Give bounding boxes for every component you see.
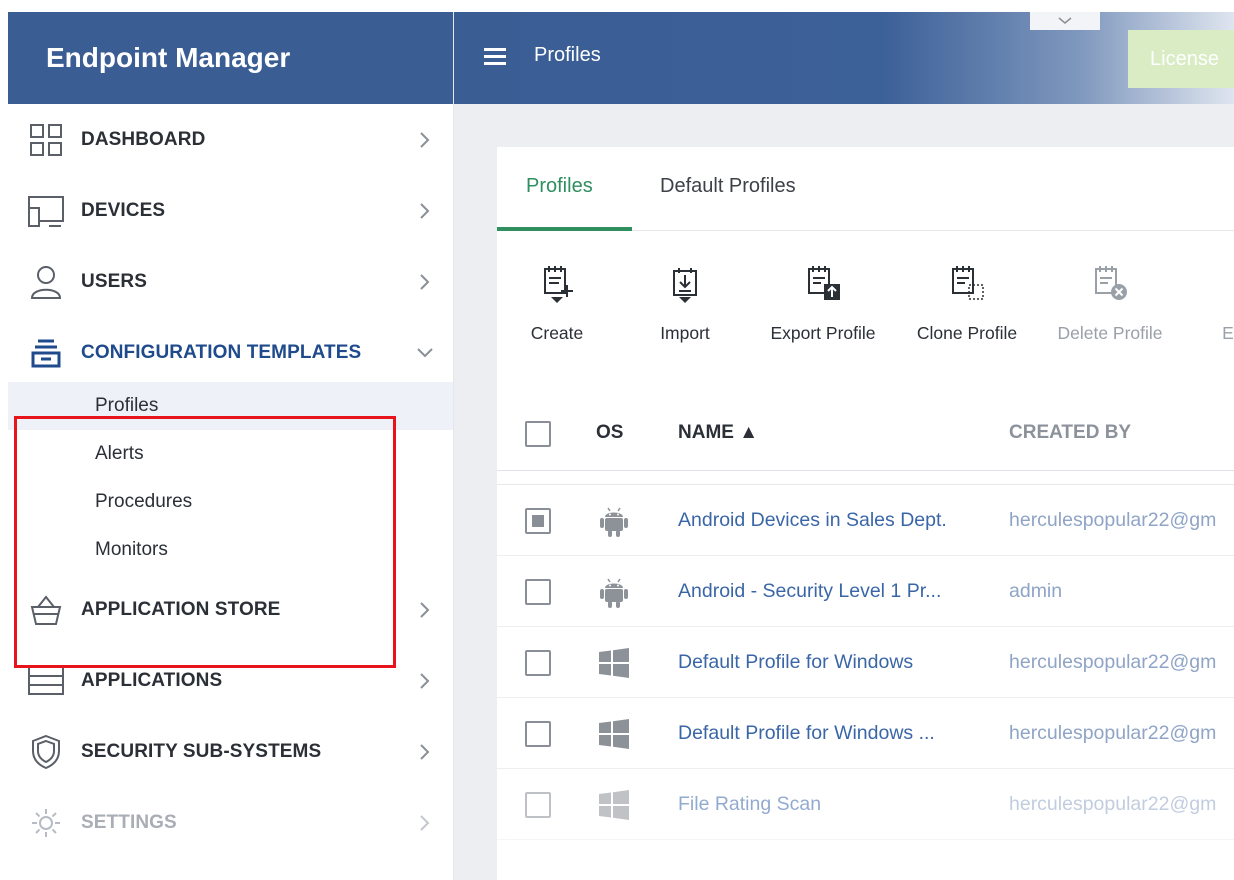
created-by-value: herculespopular22@gm	[1009, 793, 1217, 815]
delete-profile-button[interactable]: Delete Profile	[1047, 231, 1173, 387]
row-checkbox[interactable]	[525, 721, 551, 747]
chevron-right-icon	[413, 199, 437, 223]
tab-bar: Profiles Default Profiles	[497, 147, 1234, 231]
sidebar-item-label: CONFIGURATION TEMPLATES	[81, 341, 362, 363]
dashboard-icon	[26, 120, 66, 160]
sidebar-item-label: APPLICATIONS	[81, 669, 223, 691]
toolbar-label: Clone Profile	[916, 323, 1018, 343]
column-header-name[interactable]: NAME ▲	[678, 422, 758, 444]
clone-profile-icon	[947, 263, 987, 307]
sidebar-item-label: APPLICATION STORE	[81, 598, 281, 620]
chevron-right-icon	[413, 811, 437, 835]
sidebar-item-label: SETTINGS	[81, 811, 177, 833]
sidebar-item-users[interactable]: USERS	[8, 246, 453, 317]
column-header-os[interactable]: OS	[596, 422, 623, 444]
sidebar-item-devices[interactable]: DEVICES	[8, 175, 453, 246]
export-profile-icon	[803, 263, 843, 307]
windows-icon	[596, 787, 632, 823]
devices-icon	[26, 191, 66, 231]
table-row[interactable]: Android Devices in Sales Dept. herculesp…	[497, 485, 1234, 556]
toolbar-label: E	[1222, 323, 1234, 343]
windows-icon	[596, 645, 632, 681]
header-dropdown-toggle[interactable]	[1030, 12, 1100, 30]
created-by-value: herculespopular22@gm	[1009, 722, 1217, 744]
chevron-right-icon	[413, 740, 437, 764]
applications-icon	[26, 661, 66, 701]
export-profile-button[interactable]: Export Profile	[761, 231, 885, 387]
table-row[interactable]: Default Profile for Windows herculespopu…	[497, 627, 1234, 698]
user-icon	[26, 262, 66, 302]
sidebar-item-label: DASHBOARD	[81, 128, 206, 150]
tab-default-profiles[interactable]: Default Profiles	[660, 175, 796, 198]
toolbar-label: Export Profile	[770, 323, 876, 343]
hamburger-menu-icon[interactable]	[484, 46, 506, 70]
table-row[interactable]: Android - Security Level 1 Pr... admin	[497, 556, 1234, 627]
sidebar-item-applications[interactable]: APPLICATIONS	[8, 645, 453, 716]
sidebar-subitem-profiles[interactable]: Profiles	[8, 382, 453, 430]
import-button[interactable]: Import	[649, 231, 721, 387]
chevron-down-icon	[1058, 12, 1072, 30]
import-profile-icon	[665, 263, 705, 307]
created-by-value: admin	[1009, 580, 1063, 602]
more-icon	[1213, 263, 1234, 307]
column-header-created-by[interactable]: CREATED BY	[1009, 422, 1131, 444]
windows-icon	[596, 716, 632, 752]
chevron-right-icon	[413, 128, 437, 152]
top-header: Profiles License	[454, 12, 1234, 104]
sidebar-item-settings[interactable]: SETTINGS	[8, 787, 453, 858]
sidebar-item-label: DEVICES	[81, 199, 166, 221]
chevron-right-icon	[413, 669, 437, 693]
row-checkbox[interactable]	[525, 650, 551, 676]
more-actions-button[interactable]: E	[1213, 231, 1234, 387]
gear-icon	[26, 803, 66, 843]
toolbar-label: Delete Profile	[1057, 323, 1163, 343]
create-profile-icon	[537, 263, 577, 307]
sidebar-item-label: SECURITY SUB-SYSTEMS	[81, 740, 322, 762]
sidebar-item-dashboard[interactable]: DASHBOARD	[8, 104, 453, 175]
create-button[interactable]: Create	[519, 231, 595, 387]
android-icon	[596, 574, 632, 610]
shield-icon	[26, 732, 66, 772]
table-row[interactable]: File Rating Scan herculespopular22@gm	[497, 769, 1234, 840]
created-by-value: herculespopular22@gm	[1009, 509, 1217, 531]
sidebar-subitem-procedures[interactable]: Procedures	[8, 478, 390, 526]
android-icon	[596, 503, 632, 539]
table-header: OS NAME ▲ CREATED BY	[497, 387, 1234, 484]
clone-profile-button[interactable]: Clone Profile	[907, 231, 1027, 387]
row-checkbox[interactable]	[525, 579, 551, 605]
profile-name-link[interactable]: File Rating Scan	[678, 793, 821, 816]
application-store-icon	[26, 590, 66, 630]
tab-profiles[interactable]: Profiles	[526, 175, 593, 198]
license-button[interactable]: License	[1128, 30, 1234, 88]
created-by-value: herculespopular22@gm	[1009, 651, 1217, 673]
sidebar-item-application-store[interactable]: APPLICATION STORE	[8, 574, 453, 645]
chevron-right-icon	[413, 270, 437, 294]
sidebar-subitem-monitors[interactable]: Monitors	[8, 526, 390, 574]
sidebar-subitem-alerts[interactable]: Alerts	[8, 430, 390, 478]
sidebar-item-configuration-templates[interactable]: CONFIGURATION TEMPLATES	[8, 317, 453, 388]
profile-name-link[interactable]: Default Profile for Windows	[678, 651, 913, 674]
toolbar: Create Import Export Profile Clone Profi…	[497, 231, 1234, 471]
select-all-checkbox[interactable]	[525, 421, 551, 447]
toolbar-label: Create	[530, 323, 584, 343]
sidebar-item-label: USERS	[81, 270, 147, 292]
page-title: Profiles	[534, 44, 601, 66]
profile-name-link[interactable]: Android Devices in Sales Dept.	[678, 509, 947, 532]
chevron-down-icon	[413, 341, 437, 365]
delete-profile-icon	[1090, 263, 1130, 307]
toolbar-label: Import	[660, 323, 710, 343]
sidebar-item-security-sub-systems[interactable]: SECURITY SUB-SYSTEMS	[8, 716, 453, 787]
sidebar: Endpoint Manager DASHBOARD DEVICES USERS	[8, 12, 454, 880]
profile-name-link[interactable]: Default Profile for Windows ...	[678, 722, 935, 745]
configuration-templates-icon	[26, 333, 66, 373]
profiles-card: Profiles Default Profiles Create Import …	[497, 147, 1234, 880]
chevron-right-icon	[413, 598, 437, 622]
row-checkbox[interactable]	[525, 508, 551, 534]
app-title: Endpoint Manager	[8, 12, 453, 104]
table-row[interactable]: Default Profile for Windows ... hercules…	[497, 698, 1234, 769]
row-checkbox[interactable]	[525, 792, 551, 818]
profile-name-link[interactable]: Android - Security Level 1 Pr...	[678, 580, 941, 603]
